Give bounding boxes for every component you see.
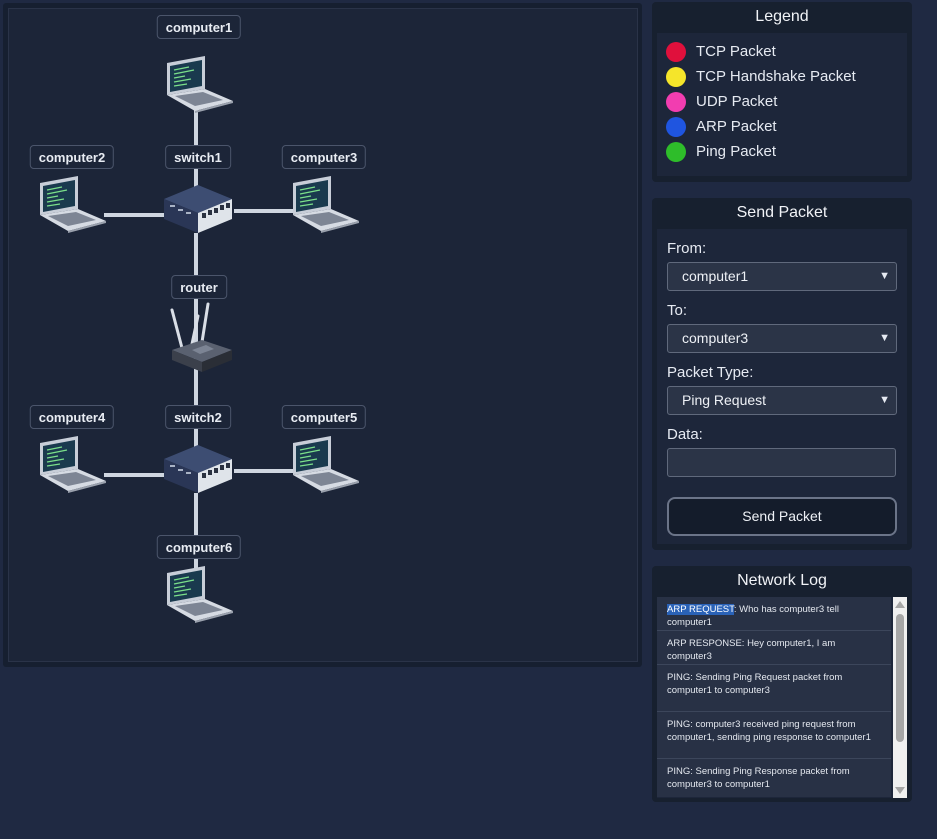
log-entry: PING: Sending Ping Response packet from …	[657, 759, 891, 797]
computer3-laptop-icon[interactable]	[287, 175, 361, 233]
router-icon[interactable]	[162, 302, 234, 374]
legend-item-ping: Ping Packet	[666, 141, 776, 163]
packet-type-label: Packet Type:	[667, 364, 754, 381]
scroll-up-icon[interactable]	[895, 601, 905, 608]
log-scrollbar[interactable]	[893, 597, 907, 798]
legend-label: TCP Handshake Packet	[696, 68, 856, 86]
switch1-label: switch1	[165, 145, 231, 169]
from-label: From:	[667, 240, 707, 257]
computer2-label: computer2	[29, 145, 115, 169]
legend-item-udp: UDP Packet	[666, 91, 777, 113]
computer4-label: computer4	[29, 405, 115, 429]
log-entry-text: PING: computer3 received ping request fr…	[667, 719, 871, 743]
legend-item-tcp: TCP Packet	[666, 41, 776, 63]
log-entry-highlight: ARP REQUEST	[667, 604, 734, 615]
legend-body: TCP Packet TCP Handshake Packet UDP Pack…	[657, 33, 907, 176]
computer5-laptop-icon[interactable]	[287, 435, 361, 493]
computer6-laptop-icon[interactable]	[161, 565, 235, 623]
send-packet-panel: Send Packet From: computer1 ▼ To: comput…	[652, 198, 912, 550]
from-select[interactable]: computer1 ▼	[667, 262, 897, 291]
legend-label: UDP Packet	[696, 93, 778, 111]
computer3-label: computer3	[281, 145, 367, 169]
scroll-down-icon[interactable]	[895, 787, 905, 794]
ping-color-dot	[666, 142, 686, 163]
packet-type-select-value: Ping Request	[682, 392, 767, 408]
to-label: To:	[667, 302, 688, 319]
log-entry-text: ARP RESPONSE: Hey computer1, I am comput…	[667, 638, 836, 662]
chevron-down-icon: ▼	[879, 332, 890, 344]
network-log-list[interactable]: ARP REQUEST: Who has computer3 tell comp…	[657, 597, 907, 798]
computer1-label: computer1	[156, 15, 242, 39]
chevron-down-icon: ▼	[879, 394, 890, 406]
router-label: router	[171, 275, 227, 299]
legend-label: ARP Packet	[696, 118, 777, 136]
log-entry: PING: computer3 received ping request fr…	[657, 712, 891, 759]
send-packet-button[interactable]: Send Packet	[667, 497, 897, 536]
packet-type-select[interactable]: Ping Request ▼	[667, 386, 897, 415]
chevron-down-icon: ▼	[879, 270, 890, 282]
legend-panel: Legend TCP Packet TCP Handshake Packet U…	[652, 2, 912, 182]
topology-area: computer1 computer2 switch1 computer3 ro…	[8, 8, 638, 662]
tcp-handshake-color-dot	[666, 67, 686, 88]
arp-color-dot	[666, 117, 686, 138]
network-topology-canvas: computer1 computer2 switch1 computer3 ro…	[3, 3, 642, 667]
log-entry: PING: Sending Ping Request packet from c…	[657, 665, 891, 712]
udp-color-dot	[666, 92, 686, 113]
from-select-value: computer1	[682, 268, 749, 284]
send-packet-form: From: computer1 ▼ To: computer3 ▼ Packet…	[657, 229, 907, 544]
switch2-label: switch2	[165, 405, 231, 429]
network-links	[104, 109, 294, 574]
computer6-label: computer6	[156, 535, 242, 559]
network-log-title: Network Log	[737, 572, 827, 589]
scroll-thumb[interactable]	[896, 614, 904, 742]
legend-label: Ping Packet	[696, 143, 777, 161]
computer2-laptop-icon[interactable]	[34, 175, 108, 233]
send-packet-title: Send Packet	[736, 204, 828, 221]
computer1-laptop-icon[interactable]	[161, 55, 235, 113]
switch1-icon[interactable]	[162, 181, 234, 235]
switch2-icon[interactable]	[162, 441, 234, 495]
to-select[interactable]: computer3 ▼	[667, 324, 897, 353]
data-input[interactable]	[667, 448, 896, 477]
data-label: Data:	[667, 426, 703, 443]
network-log-panel: Network Log ARP REQUEST: Who has compute…	[652, 566, 912, 802]
log-entry-text: PING: Sending Ping Request packet from c…	[667, 672, 843, 696]
tcp-color-dot	[666, 42, 686, 63]
legend-title: Legend	[755, 8, 809, 25]
log-entry-text: PING: Sending Ping Response packet from …	[667, 766, 850, 790]
log-entry: ARP RESPONSE: Hey computer1, I am comput…	[657, 631, 891, 665]
legend-label: TCP Packet	[696, 43, 776, 61]
computer5-label: computer5	[281, 405, 367, 429]
legend-item-arp: ARP Packet	[666, 116, 777, 138]
legend-item-tcp-handshake: TCP Handshake Packet	[666, 66, 856, 88]
log-entry: ARP REQUEST: Who has computer3 tell comp…	[657, 597, 891, 631]
computer4-laptop-icon[interactable]	[34, 435, 108, 493]
to-select-value: computer3	[682, 330, 749, 346]
